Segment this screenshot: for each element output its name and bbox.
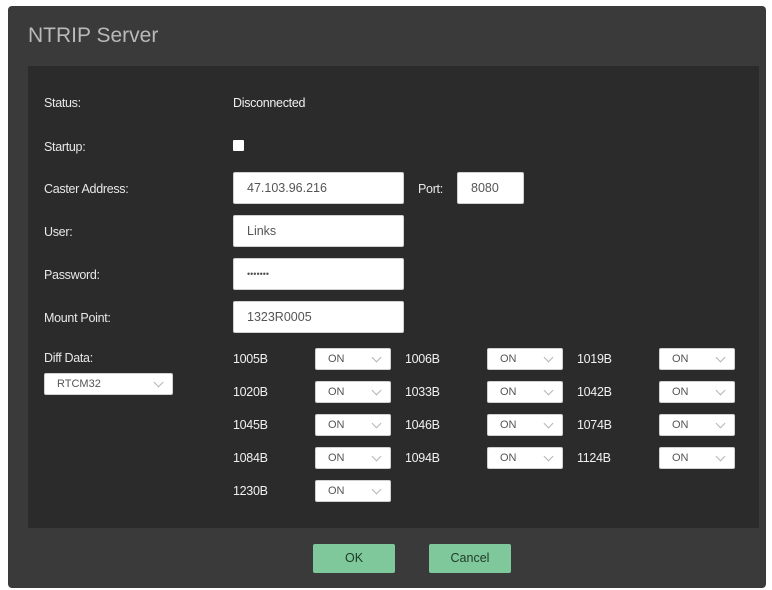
chevron-down-icon bbox=[715, 451, 726, 462]
mount-point-label: Mount Point: bbox=[44, 311, 111, 325]
diff-data-select[interactable]: RTCM32 bbox=[44, 373, 173, 395]
chevron-down-icon bbox=[371, 418, 382, 429]
chevron-down-icon bbox=[371, 352, 382, 363]
caster-address-input[interactable]: 47.103.96.216 bbox=[233, 172, 404, 204]
user-input[interactable]: Links bbox=[233, 215, 404, 247]
message-select-value: ON bbox=[672, 386, 689, 398]
chevron-down-icon bbox=[371, 484, 382, 495]
chevron-down-icon bbox=[715, 352, 726, 363]
message-select[interactable]: ON bbox=[315, 480, 391, 502]
message-select-value: ON bbox=[500, 419, 517, 431]
message-select[interactable]: ON bbox=[487, 414, 563, 436]
password-label: Password: bbox=[44, 268, 100, 282]
status-value: Disconnected bbox=[233, 96, 306, 110]
message-select[interactable]: ON bbox=[315, 414, 391, 436]
dialog-title: NTRIP Server bbox=[28, 24, 159, 47]
message-label: 1074B bbox=[577, 418, 612, 432]
chevron-down-icon bbox=[371, 451, 382, 462]
message-select-value: ON bbox=[672, 353, 689, 365]
port-label: Port: bbox=[418, 182, 443, 196]
status-label: Status: bbox=[44, 96, 81, 110]
message-select-value: ON bbox=[672, 419, 689, 431]
message-select-value: ON bbox=[672, 452, 689, 464]
diff-data-value: RTCM32 bbox=[57, 378, 101, 390]
message-label: 1005B bbox=[233, 352, 268, 366]
startup-label: Startup: bbox=[44, 140, 86, 154]
message-select[interactable]: ON bbox=[487, 381, 563, 403]
message-label: 1042B bbox=[577, 385, 612, 399]
message-label: 1230B bbox=[233, 484, 268, 498]
message-select[interactable]: ON bbox=[315, 381, 391, 403]
chevron-down-icon bbox=[153, 377, 164, 388]
message-select-value: ON bbox=[328, 452, 345, 464]
cancel-button[interactable]: Cancel bbox=[429, 544, 511, 573]
mount-point-input[interactable]: 1323R0005 bbox=[233, 301, 404, 333]
chevron-down-icon bbox=[543, 352, 554, 363]
caster-address-label: Caster Address: bbox=[44, 182, 129, 196]
startup-checkbox[interactable] bbox=[233, 140, 244, 151]
message-label: 1020B bbox=[233, 385, 268, 399]
message-select[interactable]: ON bbox=[315, 348, 391, 370]
message-label: 1033B bbox=[405, 385, 440, 399]
chevron-down-icon bbox=[543, 451, 554, 462]
message-label: 1124B bbox=[577, 451, 611, 465]
message-select-value: ON bbox=[500, 452, 517, 464]
ok-button[interactable]: OK bbox=[313, 544, 395, 573]
message-select-value: ON bbox=[500, 386, 517, 398]
user-label: User: bbox=[44, 225, 73, 239]
chevron-down-icon bbox=[715, 385, 726, 396]
message-label: 1006B bbox=[405, 352, 440, 366]
message-select[interactable]: ON bbox=[659, 348, 735, 370]
message-label: 1084B bbox=[233, 451, 268, 465]
message-select-value: ON bbox=[328, 386, 345, 398]
message-select-value: ON bbox=[328, 353, 345, 365]
message-label: 1019B bbox=[577, 352, 612, 366]
chevron-down-icon bbox=[543, 418, 554, 429]
message-select-value: ON bbox=[328, 485, 345, 497]
diff-data-label: Diff Data: bbox=[44, 351, 93, 365]
port-input[interactable]: 8080 bbox=[457, 172, 524, 204]
chevron-down-icon bbox=[543, 385, 554, 396]
message-label: 1046B bbox=[405, 418, 440, 432]
message-select[interactable]: ON bbox=[659, 447, 735, 469]
password-input[interactable]: ••••••• bbox=[233, 258, 404, 290]
message-select[interactable]: ON bbox=[487, 348, 563, 370]
message-label: 1045B bbox=[233, 418, 268, 432]
message-select[interactable]: ON bbox=[315, 447, 391, 469]
chevron-down-icon bbox=[371, 385, 382, 396]
message-select-value: ON bbox=[328, 419, 345, 431]
message-select[interactable]: ON bbox=[659, 414, 735, 436]
form-panel: Status: Disconnected Startup: Caster Add… bbox=[28, 66, 759, 528]
chevron-down-icon bbox=[715, 418, 726, 429]
message-select[interactable]: ON bbox=[487, 447, 563, 469]
message-select[interactable]: ON bbox=[659, 381, 735, 403]
ntrip-server-dialog: NTRIP Server Status: Disconnected Startu… bbox=[8, 6, 766, 588]
message-label: 1094B bbox=[405, 451, 440, 465]
message-select-value: ON bbox=[500, 353, 517, 365]
